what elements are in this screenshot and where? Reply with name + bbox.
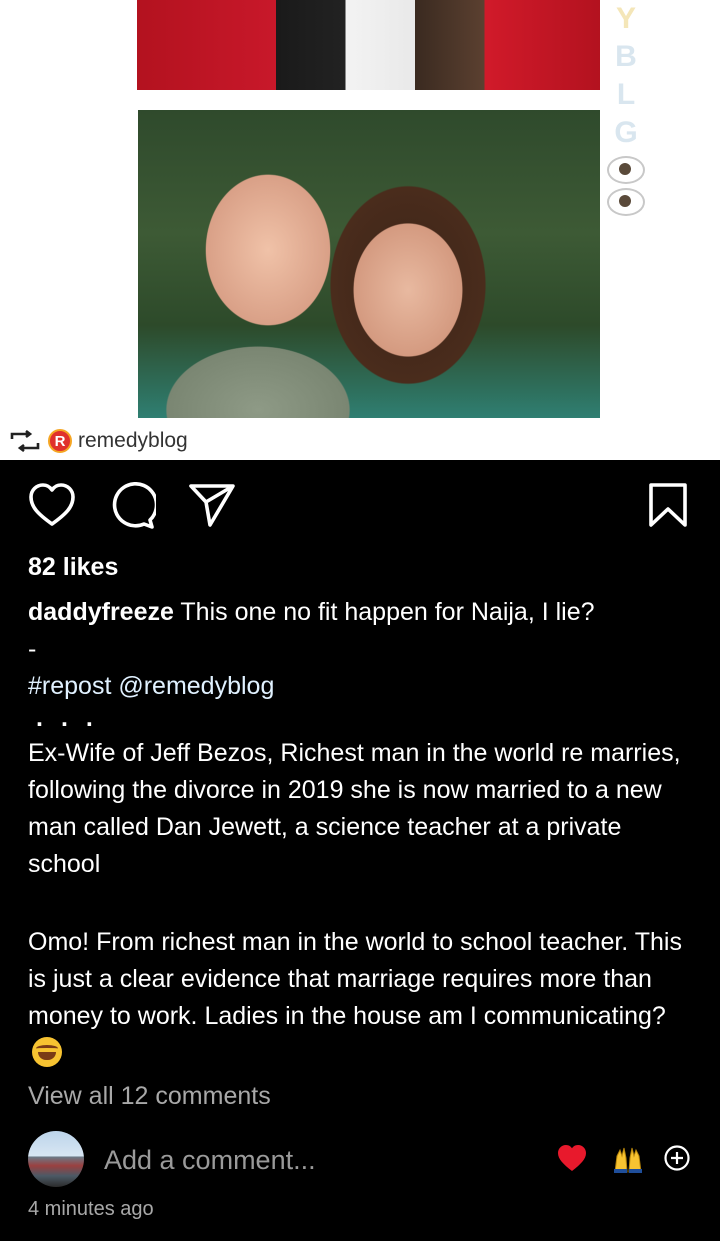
watermark-letter: G [614, 116, 638, 149]
watermark-letter: Y [615, 2, 636, 35]
repost-username[interactable]: remedyblog [78, 429, 188, 453]
repost-credit[interactable]: R remedyblog [8, 427, 188, 455]
couple-photo [138, 110, 600, 418]
add-comment-input[interactable] [104, 1143, 534, 1177]
post-timestamp: 4 minutes ago [28, 1198, 154, 1220]
watermark-letter: B [615, 40, 637, 73]
photo-top-crop [137, 0, 600, 90]
repost-icon [8, 430, 42, 452]
bookmark-icon[interactable] [648, 482, 688, 528]
caption-username[interactable]: daddyfreeze [28, 598, 174, 626]
likes-count[interactable]: 82 likes [28, 553, 118, 582]
watermark-letter: L [616, 78, 636, 111]
heart-reaction-icon[interactable] [557, 1144, 587, 1177]
caption-paragraph-1: Ex-Wife of Jeff Bezos, Richest man in th… [28, 739, 681, 878]
add-reaction-plus-icon[interactable] [663, 1144, 691, 1177]
comment-icon[interactable] [108, 482, 156, 530]
caption-dots: ... [36, 704, 111, 732]
caption-first-line: daddyfreeze This one no fit happen for N… [28, 594, 698, 631]
blog-watermark-logo: Y B L G [606, 0, 646, 240]
caption-text: This one no fit happen for Naija, I lie? [180, 598, 595, 626]
avatar[interactable] [28, 1131, 84, 1187]
laughing-tears-emoji-icon [32, 1037, 62, 1067]
post-caption: daddyfreeze This one no fit happen for N… [28, 594, 698, 1072]
view-all-comments-link[interactable]: View all 12 comments [28, 1082, 271, 1111]
remedyblog-mention-link[interactable]: @remedyblog [118, 672, 274, 700]
post-action-bar [0, 478, 720, 534]
caption-dash: - [28, 635, 37, 663]
repost-hashtag-link[interactable]: #repost [28, 672, 111, 700]
send-icon[interactable] [188, 482, 236, 528]
caption-tags-line: #repost @remedyblog [28, 668, 698, 705]
raising-hands-icon[interactable] [612, 1144, 644, 1179]
heart-icon[interactable] [28, 482, 76, 528]
caption-paragraph-2-text: Omo! From richest man in the world to sc… [28, 928, 682, 1030]
remedyblog-badge-icon: R [48, 429, 72, 453]
caption-paragraph-2: Omo! From richest man in the world to sc… [28, 924, 698, 1072]
post-image[interactable]: Y B L G R remedyblog [0, 0, 720, 460]
eye-icon [607, 188, 645, 216]
eye-icon [607, 156, 645, 184]
